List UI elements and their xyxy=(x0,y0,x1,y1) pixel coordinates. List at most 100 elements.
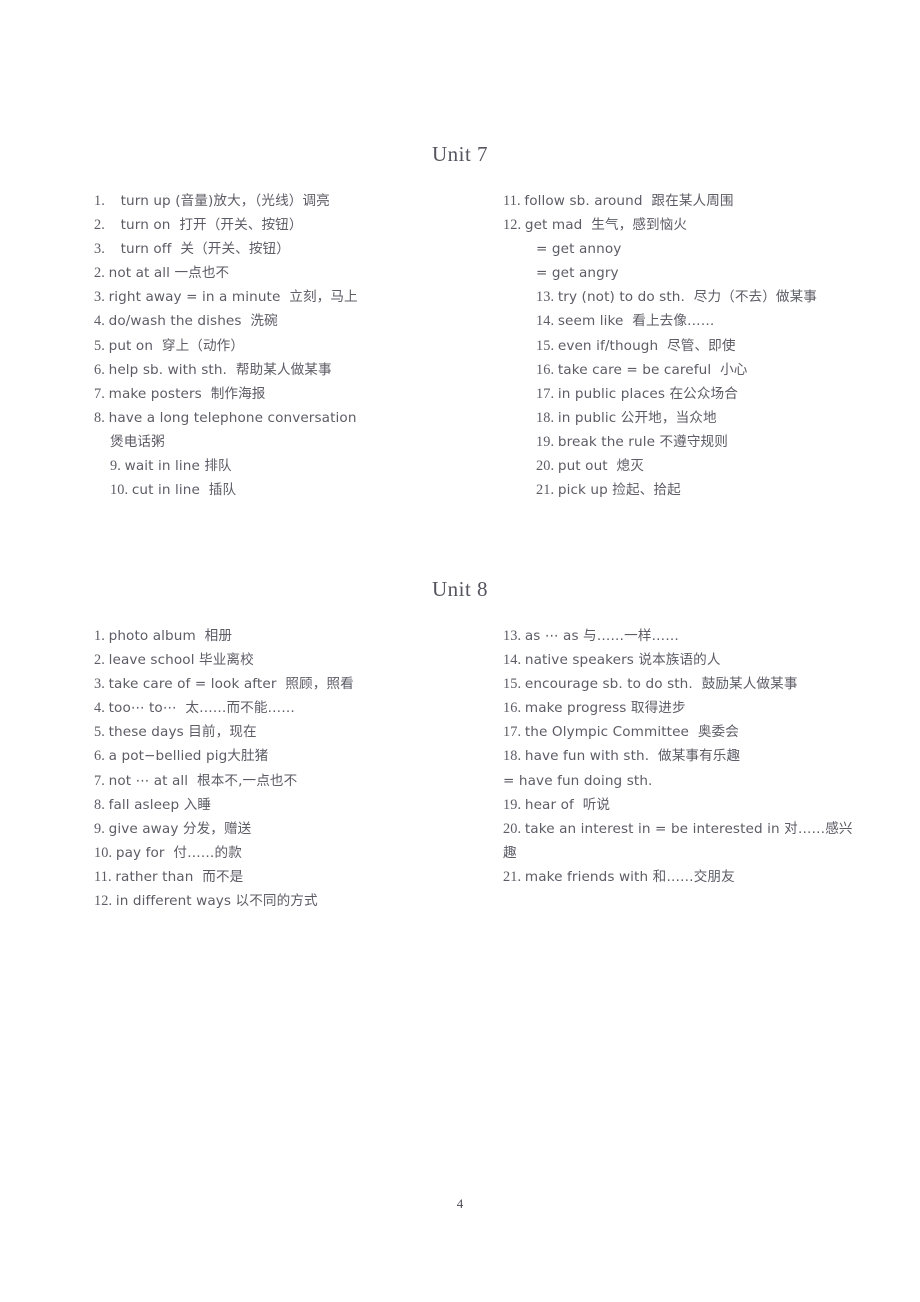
vocabulary-line: 6. help sb. with sth. 帮助某人做某事 xyxy=(94,358,424,382)
line-text: too⋯ to⋯ 太……而不能…… xyxy=(108,700,295,717)
line-text: encourage sb. to do sth. 鼓励某人做某事 xyxy=(524,676,798,693)
line-text: hear of 听说 xyxy=(524,796,611,813)
vocabulary-line: 19. hear of 听说 xyxy=(503,793,863,817)
line-text: as ⋯ as 与……一样…… xyxy=(524,628,679,644)
vocabulary-line: 7. make posters 制作海报 xyxy=(94,382,424,406)
line-number: 19. xyxy=(536,433,558,450)
vocabulary-line: 16. take care = be careful 小心 xyxy=(503,358,863,382)
unit-title: Unit 7 xyxy=(431,142,489,166)
line-text: try (not) to do sth. 尽力（不去）做某事 xyxy=(557,289,818,306)
line-text: a pot−bellied pig大肚猪 xyxy=(108,748,269,765)
line-text: 煲电话粥 xyxy=(110,433,165,450)
line-text: take an interest in = be interested in 对… xyxy=(503,820,853,861)
line-number: 3. xyxy=(94,241,109,258)
vocabulary-line: 16. make progress 取得进步 xyxy=(503,696,863,720)
line-text: cut in line 插队 xyxy=(131,482,237,499)
vocabulary-line: 煲电话粥 xyxy=(94,430,424,454)
line-number: 1. xyxy=(94,193,109,209)
unit-7-right-column: 11. follow sb. around 跟在某人周围 12. get mad … xyxy=(503,189,863,502)
document-page: Unit 7 1. turn up (音量)放大，（光线）调亮 2. turn o… xyxy=(0,0,920,1302)
line-number: 12. xyxy=(94,893,116,910)
line-number: 13. xyxy=(536,289,558,306)
unit-section-8: Unit 8 1. photo album 相册 2. leave school … xyxy=(0,577,920,909)
line-number: 5. xyxy=(94,724,109,741)
line-number: 11. xyxy=(94,868,116,885)
line-text: turn off 关（开关、按钮） xyxy=(120,241,290,258)
vocabulary-line: 11. rather than 而不是 xyxy=(94,865,424,889)
vocabulary-line: 20. put out 熄灭 xyxy=(503,454,863,478)
line-text: turn on 打开（开关、按钮） xyxy=(120,217,303,234)
line-text: not at all 一点也不 xyxy=(108,265,230,282)
line-number: 2. xyxy=(94,652,109,669)
line-text: follow sb. around 跟在某人周围 xyxy=(524,193,734,209)
line-text: right away = in a minute 立刻，马上 xyxy=(108,289,358,306)
line-text: help sb. with sth. 帮助某人做某事 xyxy=(108,361,332,378)
vocabulary-line: 12. in different ways 以不同的方式 xyxy=(94,889,424,913)
line-number: 9. xyxy=(110,458,125,475)
vocabulary-line: 3. right away = in a minute 立刻，马上 xyxy=(94,285,424,309)
vocabulary-line: = get annoy xyxy=(503,237,863,261)
line-text: turn up (音量)放大，（光线）调亮 xyxy=(120,193,330,209)
vocabulary-line: 13. try (not) to do sth. 尽力（不去）做某事 xyxy=(503,285,863,309)
line-number: 6. xyxy=(94,748,109,765)
line-text: pick up 捡起、拾起 xyxy=(557,482,681,499)
vocabulary-line: = have fun doing sth. xyxy=(503,769,863,793)
vocabulary-line: 19. break the rule 不遵守规则 xyxy=(503,430,863,454)
line-number: 20. xyxy=(536,458,558,475)
line-number: 21. xyxy=(503,868,525,885)
line-text: do/wash the dishes 洗碗 xyxy=(108,313,278,330)
line-number: 4. xyxy=(94,313,109,330)
unit-8-right-column: 13. as ⋯ as 与……一样…… 14. native speakers 说… xyxy=(503,624,863,889)
line-number: 13. xyxy=(503,628,525,644)
line-number: 2. xyxy=(94,265,109,282)
vocabulary-line: 8. fall asleep 入睡 xyxy=(94,793,424,817)
vocabulary-line: 5. these days 目前，现在 xyxy=(94,720,424,744)
line-number: 16. xyxy=(503,700,525,717)
line-number: 10. xyxy=(110,482,132,499)
line-text: rather than 而不是 xyxy=(115,868,244,885)
vocabulary-line: 3. turn off 关（开关、按钮） xyxy=(94,237,424,261)
line-number: 14. xyxy=(503,652,525,669)
vocabulary-line: 13. as ⋯ as 与……一样…… xyxy=(503,624,863,648)
line-number: 1. xyxy=(94,628,109,644)
unit-section-7: Unit 7 1. turn up (音量)放大，（光线）调亮 2. turn o… xyxy=(0,142,920,498)
line-number: 18. xyxy=(536,409,558,426)
line-number: 12. xyxy=(503,217,525,234)
line-text: put on 穿上（动作） xyxy=(108,337,245,354)
vocabulary-line: 17. in public places 在公众场合 xyxy=(503,382,863,406)
line-number: 8. xyxy=(94,796,109,813)
vocabulary-line: 3. take care of = look after 照顾，照看 xyxy=(94,672,424,696)
vocabulary-line: 5. put on 穿上（动作） xyxy=(94,334,424,358)
vocabulary-line: 1. turn up (音量)放大，（光线）调亮 xyxy=(94,189,424,213)
line-number: 7. xyxy=(94,772,109,789)
vocabulary-line: 21. pick up 捡起、拾起 xyxy=(503,478,863,502)
vocabulary-line: 8. have a long telephone conversation xyxy=(94,406,424,430)
line-number: 3. xyxy=(94,676,109,693)
line-text: = get angry xyxy=(536,265,619,282)
line-text: native speakers 说本族语的人 xyxy=(524,652,721,669)
vocabulary-line: 7. not ⋯ at all 根本不,一点也不 xyxy=(94,769,424,793)
line-text: in different ways 以不同的方式 xyxy=(115,893,318,910)
vocabulary-line: 9. give away 分发，赠送 xyxy=(94,817,424,841)
line-text: leave school 毕业离校 xyxy=(108,652,254,669)
line-number: 2. xyxy=(94,217,109,234)
line-text: pay for 付……的款 xyxy=(115,844,242,861)
line-number: 5. xyxy=(94,337,109,354)
vocabulary-line: 4. do/wash the dishes 洗碗 xyxy=(94,309,424,333)
line-text: have fun with sth. 做某事有乐趣 xyxy=(524,748,741,765)
vocabulary-line: 9. wait in line 排队 xyxy=(94,454,424,478)
vocabulary-line: 1. photo album 相册 xyxy=(94,624,424,648)
line-text: get mad 生气，感到恼火 xyxy=(524,217,688,234)
vocabulary-line: 10. pay for 付……的款 xyxy=(94,841,424,865)
vocabulary-line: 6. a pot−bellied pig大肚猪 xyxy=(94,744,424,768)
vocabulary-line: 4. too⋯ to⋯ 太……而不能…… xyxy=(94,696,424,720)
line-number: 4. xyxy=(94,700,109,717)
line-number: 15. xyxy=(536,337,558,354)
vocabulary-line: 15. even if/though 尽管、即使 xyxy=(503,334,863,358)
line-number: 15. xyxy=(503,676,525,693)
line-text: make friends with 和……交朋友 xyxy=(524,868,735,885)
vocabulary-line: 2. leave school 毕业离校 xyxy=(94,648,424,672)
line-number: 17. xyxy=(503,724,525,741)
line-text: photo album 相册 xyxy=(108,628,233,644)
line-text: = get annoy xyxy=(536,241,622,258)
